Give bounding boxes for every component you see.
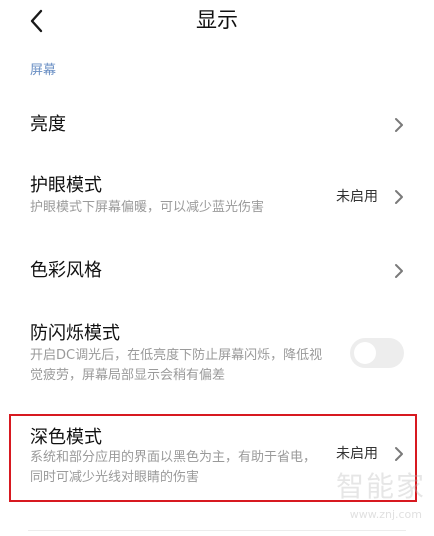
- eye-care-title: 护眼模式: [30, 175, 102, 196]
- dark-mode-row[interactable]: 深色模式 系统和部分应用的界面以黑色为主，有助于省电，同时可减少光线对眼睛的伤害…: [0, 424, 434, 496]
- chevron-right-icon: [392, 115, 406, 135]
- color-style-row[interactable]: 色彩风格: [0, 256, 434, 288]
- color-style-title: 色彩风格: [30, 260, 102, 281]
- chevron-right-icon: [392, 187, 406, 207]
- header: 显示: [0, 0, 434, 44]
- dark-mode-description: 系统和部分应用的界面以黑色为主，有助于省电，同时可减少光线对眼睛的伤害: [30, 450, 317, 485]
- brightness-title: 亮度: [30, 114, 66, 135]
- brightness-row[interactable]: 亮度: [0, 108, 434, 142]
- chevron-right-icon: [392, 261, 406, 281]
- watermark-url: www.znj.com: [349, 508, 422, 521]
- anti-flicker-description: 开启DC调光后，在低亮度下防止屏幕闪烁，降低视觉疲劳，屏幕局部显示会稍有偏差: [30, 348, 323, 383]
- dark-mode-status: 未启用: [336, 446, 378, 462]
- eye-care-description: 护眼模式下屏幕偏暖，可以减少蓝光伤害: [30, 200, 265, 215]
- eye-care-status: 未启用: [336, 189, 378, 205]
- toggle-knob: [354, 342, 376, 364]
- eye-care-row[interactable]: 护眼模式 护眼模式下屏幕偏暖，可以减少蓝光伤害 未启用: [0, 172, 434, 224]
- section-header-screen: 屏幕: [30, 63, 57, 78]
- chevron-right-icon: [392, 444, 406, 464]
- anti-flicker-toggle[interactable]: [350, 338, 404, 368]
- dark-mode-title: 深色模式: [30, 427, 102, 448]
- divider: [28, 530, 406, 531]
- anti-flicker-title: 防闪烁模式: [30, 323, 120, 344]
- page-title: 显示: [196, 8, 238, 32]
- anti-flicker-row: 防闪烁模式 开启DC调光后，在低亮度下防止屏幕闪烁，降低视觉疲劳，屏幕局部显示会…: [0, 320, 434, 392]
